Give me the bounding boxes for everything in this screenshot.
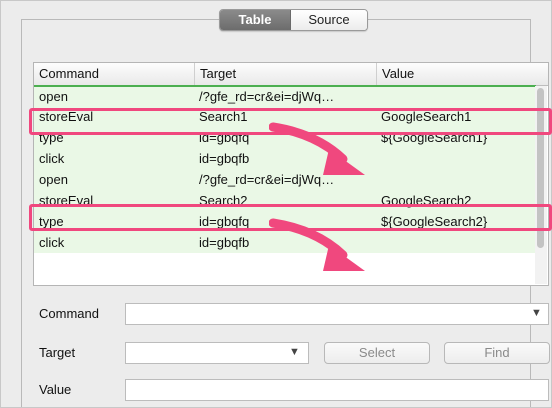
highlight-box — [29, 108, 552, 135]
command-table: Command Target Value open /?gfe_rd=cr&ei… — [33, 62, 549, 286]
target-label: Target — [39, 345, 76, 360]
table-row[interactable]: click id=gbqfb — [34, 232, 536, 253]
cell-target: id=gbqfb — [199, 235, 250, 250]
cell-command: open — [39, 172, 68, 187]
table-row[interactable]: click id=gbqfb — [34, 148, 536, 169]
column-header-command[interactable]: Command — [34, 63, 194, 85]
tab-table[interactable]: Table — [220, 10, 291, 30]
tab-source[interactable]: Source — [291, 10, 367, 30]
value-label: Value — [39, 382, 72, 397]
cell-command: click — [39, 235, 65, 250]
command-field[interactable] — [125, 303, 549, 325]
chevron-down-icon[interactable]: ▼ — [289, 346, 300, 358]
table-header: Command Target Value — [34, 63, 548, 86]
target-field[interactable] — [125, 342, 309, 364]
chevron-down-icon[interactable]: ▼ — [531, 307, 542, 319]
cell-target: id=gbqfb — [199, 151, 250, 166]
cell-target: /?gfe_rd=cr&ei=djWq… — [199, 172, 335, 187]
column-header-target[interactable]: Target — [194, 63, 376, 85]
find-button[interactable]: Find — [444, 342, 550, 364]
table-row[interactable]: open /?gfe_rd=cr&ei=djWq… — [34, 169, 536, 190]
cell-target: /?gfe_rd=cr&ei=djWq… — [199, 89, 335, 104]
value-field[interactable] — [125, 379, 549, 401]
view-tabs: Table Source — [219, 9, 368, 31]
cell-command: open — [39, 89, 68, 104]
select-button[interactable]: Select — [324, 342, 430, 364]
highlight-box — [29, 204, 552, 231]
table-row[interactable]: open /?gfe_rd=cr&ei=djWq… — [34, 85, 536, 106]
column-header-value[interactable]: Value — [376, 63, 536, 85]
command-label: Command — [39, 306, 99, 321]
editor-panel: Table Source Command Target Value open /… — [0, 0, 552, 408]
cell-command: click — [39, 151, 65, 166]
